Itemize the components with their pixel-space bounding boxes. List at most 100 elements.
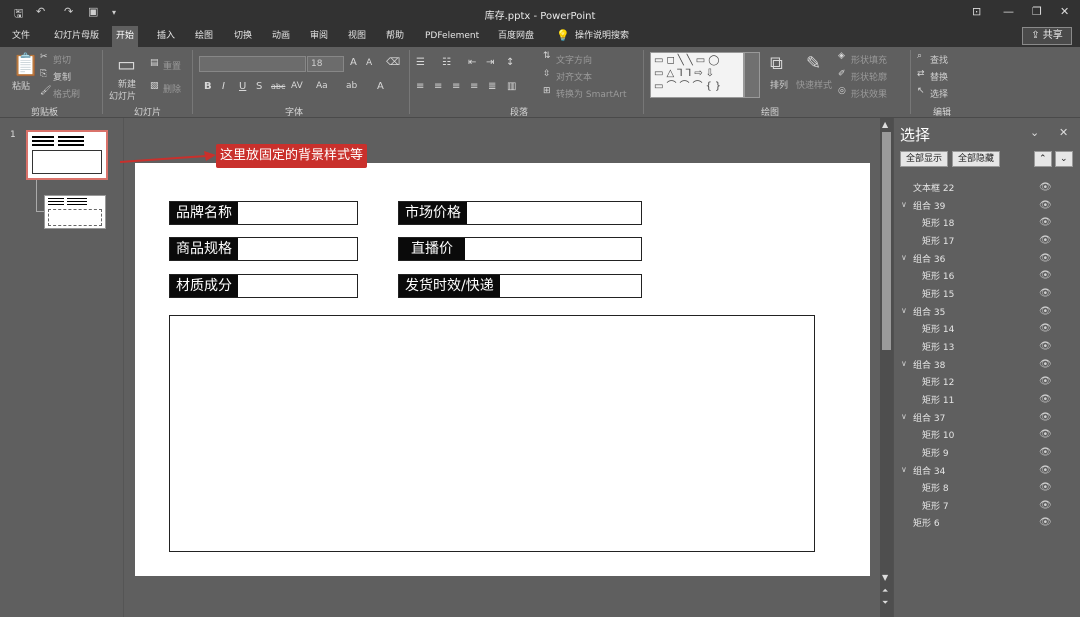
font-size-combo[interactable]: 18 <box>307 56 344 72</box>
sel-item-rect-16[interactable]: 矩形 16 <box>922 269 954 285</box>
arrange-icon[interactable]: ⧉ <box>770 53 783 74</box>
reset-label[interactable]: 重置 <box>163 59 181 72</box>
tab-review[interactable]: 审阅 <box>306 26 332 47</box>
content-box[interactable] <box>169 315 815 552</box>
font-color-icon[interactable]: A <box>377 81 384 92</box>
next-slide-icon[interactable]: ⏷ <box>882 598 888 608</box>
quick-styles-icon[interactable]: ✎ <box>806 53 821 74</box>
shapes-gallery-scroll[interactable] <box>744 52 760 98</box>
collapse-caret-icon[interactable]: ∨ <box>901 412 907 421</box>
strikethrough-icon[interactable]: abc <box>271 82 285 91</box>
close-icon[interactable]: ✕ <box>1060 5 1069 18</box>
sel-item-rect-14[interactable]: 矩形 14 <box>922 322 954 338</box>
sel-item-group-35[interactable]: 组合 35 <box>913 305 945 321</box>
visibility-eye-icon[interactable]: 👁 <box>1039 429 1052 440</box>
find-label[interactable]: 查找 <box>930 53 948 66</box>
align-left-icon[interactable]: ≡ <box>416 81 424 92</box>
visibility-eye-icon[interactable]: 👁 <box>1039 270 1052 281</box>
sel-item-rect-15[interactable]: 矩形 15 <box>922 287 954 303</box>
tab-draw[interactable]: 绘图 <box>191 26 217 47</box>
sel-item-rect-11[interactable]: 矩形 11 <box>922 393 954 409</box>
visibility-eye-icon[interactable]: 👁 <box>1039 288 1052 299</box>
visibility-eye-icon[interactable]: 👁 <box>1039 341 1052 352</box>
sel-item-group-39[interactable]: 组合 39 <box>913 199 945 215</box>
shadow-icon[interactable]: S <box>256 81 262 92</box>
font-name-combo[interactable] <box>199 56 306 72</box>
columns-icon[interactable]: ▥ <box>507 81 516 92</box>
collapse-caret-icon[interactable]: ∨ <box>901 465 907 474</box>
tab-view[interactable]: 视图 <box>344 26 370 47</box>
text-direction-icon[interactable]: ⇅ <box>543 51 551 61</box>
slide-thumbnail-layout[interactable] <box>44 195 106 229</box>
underline-icon[interactable]: U <box>239 81 246 92</box>
copy-label[interactable]: 复制 <box>53 70 71 83</box>
find-icon[interactable]: ⌕ <box>917 51 922 61</box>
paste-icon[interactable]: 📋 <box>12 53 39 78</box>
reset-icon[interactable]: ▤ <box>150 58 159 68</box>
sel-item-rect-10[interactable]: 矩形 10 <box>922 428 954 444</box>
collapse-caret-icon[interactable]: ∨ <box>901 200 907 209</box>
visibility-eye-icon[interactable]: 👁 <box>1039 465 1052 476</box>
tab-transitions[interactable]: 切换 <box>230 26 256 47</box>
visibility-eye-icon[interactable]: 👁 <box>1039 500 1052 511</box>
prev-slide-icon[interactable]: ⏶ <box>882 586 888 596</box>
send-backward-icon[interactable]: ⌄ <box>1055 151 1073 167</box>
collapse-caret-icon[interactable]: ∨ <box>901 306 907 315</box>
sel-item-rect-6[interactable]: 矩形 6 <box>913 516 940 532</box>
visibility-eye-icon[interactable]: 👁 <box>1039 306 1052 317</box>
shape-outline-icon[interactable]: ✐ <box>838 69 846 79</box>
visibility-eye-icon[interactable]: 👁 <box>1039 253 1052 264</box>
shape-effects-icon[interactable]: ◎ <box>838 86 846 96</box>
delete-icon[interactable]: ▧ <box>150 81 159 91</box>
cut-icon[interactable]: ✂ <box>40 52 48 62</box>
vertical-scrollbar[interactable]: ▲ ▼ ⏶ ⏷ <box>880 118 893 617</box>
clear-format-icon[interactable]: ⌫ <box>386 57 400 68</box>
align-center-icon[interactable]: ≡ <box>434 81 442 92</box>
char-spacing-icon[interactable]: AV <box>291 81 303 91</box>
visibility-eye-icon[interactable]: 👁 <box>1039 412 1052 423</box>
tab-file[interactable]: 文件 <box>8 26 34 47</box>
pane-close-icon[interactable]: ✕ <box>1059 126 1068 139</box>
sel-item-rect-13[interactable]: 矩形 13 <box>922 340 954 356</box>
ribbon-display-icon[interactable]: ⊡ <box>972 5 981 18</box>
highlight-icon[interactable]: ab <box>346 81 357 91</box>
scroll-down-icon[interactable]: ▼ <box>882 573 888 582</box>
visibility-eye-icon[interactable]: 👁 <box>1039 217 1052 228</box>
sel-item-group-34[interactable]: 组合 34 <box>913 464 945 480</box>
slide-thumbnail-master[interactable] <box>26 130 108 180</box>
select-icon[interactable]: ↖ <box>917 86 925 96</box>
tab-pdfelement[interactable]: PDFelement <box>421 26 483 47</box>
visibility-eye-icon[interactable]: 👁 <box>1039 200 1052 211</box>
replace-label[interactable]: 替换 <box>930 70 948 83</box>
cut-label[interactable]: 剪切 <box>53 53 71 66</box>
sel-item-group-36[interactable]: 组合 36 <box>913 252 945 268</box>
format-painter-icon[interactable]: 🖌 <box>40 86 51 96</box>
shapes-gallery[interactable]: ▭◻╲╲▭◯ ▭△⅂⅂⇨⇩ ▭⌒⌒⌒{} <box>650 52 744 98</box>
shape-fill-icon[interactable]: ◈ <box>838 51 845 61</box>
shape-effects-label[interactable]: 形状效果 <box>851 87 887 100</box>
sel-item-group-38[interactable]: 组合 38 <box>913 358 945 374</box>
tab-animations[interactable]: 动画 <box>268 26 294 47</box>
sel-item-group-37[interactable]: 组合 37 <box>913 411 945 427</box>
field-brand[interactable]: 品牌名称 <box>169 201 358 225</box>
sel-item-textbox-22[interactable]: 文本框 22 <box>913 181 954 197</box>
sel-item-rect-17[interactable]: 矩形 17 <box>922 234 954 250</box>
field-shipping[interactable]: 发货时效/快递 <box>398 274 642 298</box>
collapse-caret-icon[interactable]: ∨ <box>901 359 907 368</box>
visibility-eye-icon[interactable]: 👁 <box>1039 482 1052 493</box>
align-text-icon[interactable]: ⇳ <box>543 69 551 79</box>
smartart-icon[interactable]: ⊞ <box>543 86 551 96</box>
line-spacing-icon[interactable]: ↕ <box>506 57 514 68</box>
justify-icon[interactable]: ≡ <box>470 81 478 92</box>
increase-indent-icon[interactable]: ⇥ <box>486 57 494 68</box>
distributed-icon[interactable]: ≣ <box>488 81 496 92</box>
tab-slide-master[interactable]: 幻灯片母版 <box>50 26 103 47</box>
visibility-eye-icon[interactable]: 👁 <box>1039 376 1052 387</box>
tab-help[interactable]: 帮助 <box>382 26 408 47</box>
visibility-eye-icon[interactable]: 👁 <box>1039 359 1052 370</box>
field-spec[interactable]: 商品规格 <box>169 237 358 261</box>
visibility-eye-icon[interactable]: 👁 <box>1039 235 1052 246</box>
shape-fill-label[interactable]: 形状填充 <box>851 53 887 66</box>
align-right-icon[interactable]: ≡ <box>452 81 460 92</box>
arrange-label[interactable]: 排列 <box>770 78 788 91</box>
